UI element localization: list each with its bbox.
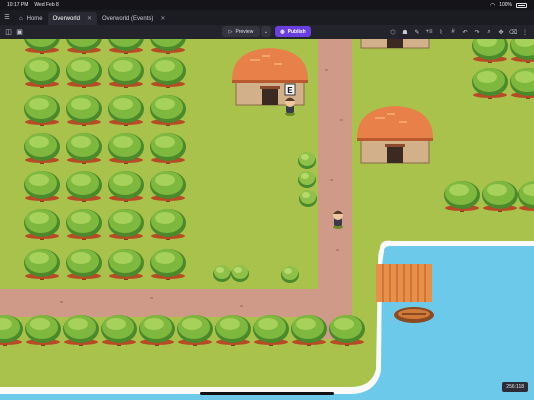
dirt-path-horizontal	[0, 289, 352, 317]
tab-home-label: Home	[26, 15, 43, 22]
preview-button[interactable]: ▷ Preview	[222, 26, 260, 37]
game-map-canvas[interactable]: E 256:118	[0, 39, 534, 400]
tab-bar: ☰ ⌂ Home Overworld ✕ Overworld (Events) …	[0, 10, 534, 25]
battery-icon	[516, 2, 527, 8]
tab-overworld-events[interactable]: Overworld (Events) ✕	[97, 12, 170, 25]
undo-icon[interactable]: ↶	[460, 29, 470, 36]
event-sign-label: E	[287, 86, 293, 96]
close-icon[interactable]: ✕	[160, 15, 165, 22]
house-top-partial	[356, 39, 434, 49]
wifi-icon: ◠	[489, 2, 496, 9]
home-indicator	[200, 392, 334, 395]
house-left	[231, 47, 309, 106]
move-icon[interactable]: ✥	[496, 29, 506, 36]
map-svg: E	[0, 39, 534, 400]
home-icon: ⌂	[19, 15, 23, 22]
settings-icon[interactable]: ⋮	[520, 29, 530, 36]
status-bar: 10:17 PM Wed Feb 8 ◠ 100%	[0, 0, 534, 10]
house-right	[356, 105, 434, 164]
status-time: 10:17 PM	[7, 2, 29, 8]
play-icon: ▷	[228, 28, 233, 35]
publish-label: Publish	[287, 28, 306, 35]
save-icon[interactable]: ▣	[14, 28, 25, 36]
npc-villager[interactable]	[285, 97, 295, 116]
panel-icon[interactable]: ◫	[3, 28, 14, 36]
add-event-icon[interactable]: +≡	[424, 29, 434, 35]
trash-icon[interactable]: ⌫	[508, 29, 518, 36]
layers-icon[interactable]: ☗	[400, 29, 410, 36]
pencil-icon[interactable]: ✎	[412, 29, 422, 36]
cube-icon[interactable]: ⬡	[388, 29, 398, 36]
tab-overworld[interactable]: Overworld ✕	[47, 12, 98, 25]
boat	[394, 307, 434, 323]
dock	[376, 264, 432, 302]
zoom-icon[interactable]: ⌕	[484, 29, 494, 36]
tree-row-bottom	[0, 315, 365, 346]
grid-icon[interactable]: #	[448, 29, 458, 35]
redo-icon[interactable]: ↷	[472, 29, 482, 36]
status-date: Wed Feb 8	[34, 2, 59, 8]
event-sign[interactable]: E	[284, 83, 296, 96]
preview-dropdown-button[interactable]: ⌄	[261, 26, 271, 37]
close-icon[interactable]: ✕	[87, 15, 92, 22]
chevron-down-icon: ⌄	[263, 28, 269, 35]
editor-tools: ⬡ ☗ ✎ +≡ ⌇ # ↶ ↷ ⌕ ✥ ⌫ ⋮	[388, 25, 530, 39]
battery-percent: 100%	[499, 2, 512, 8]
globe-icon: ◍	[280, 28, 285, 35]
publish-button[interactable]: ◍ Publish	[275, 26, 311, 37]
menu-icon[interactable]: ☰	[0, 10, 14, 25]
brush-icon[interactable]: ⌇	[436, 29, 446, 36]
tab-home[interactable]: ⌂ Home	[14, 12, 48, 25]
player-character[interactable]	[333, 210, 343, 229]
tab-overworld-label: Overworld	[52, 15, 80, 22]
coordinate-readout: 256:118	[502, 382, 528, 392]
tab-events-label: Overworld (Events)	[102, 15, 154, 22]
preview-label: Preview	[235, 28, 254, 35]
